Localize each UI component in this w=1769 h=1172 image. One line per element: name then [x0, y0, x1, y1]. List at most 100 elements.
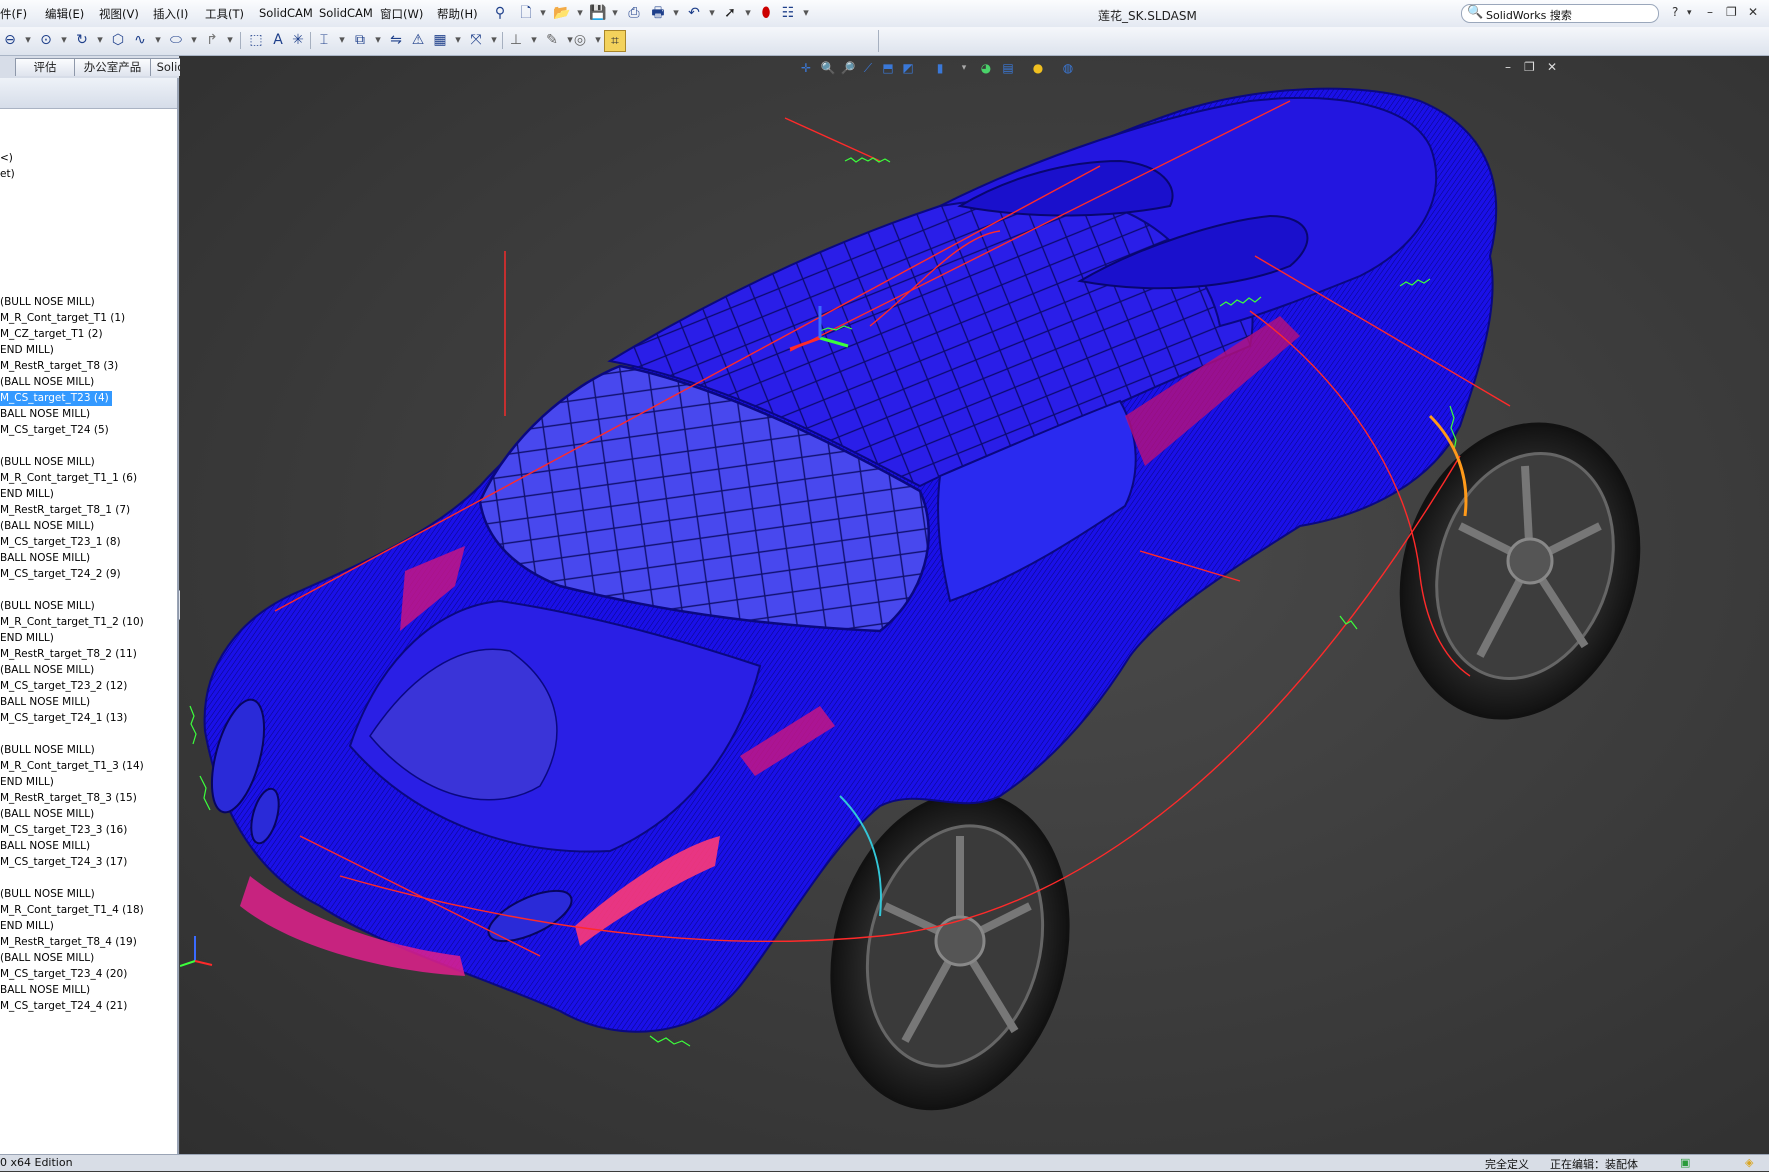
dropdown-arrow-icon[interactable]: ▾ — [54, 30, 74, 50]
line-tool-icon[interactable]: ⊖ — [0, 30, 20, 50]
tree-item[interactable]: M_R_Cont_target_T1_3 (14) — [0, 759, 144, 774]
tree-item[interactable]: M_CS_target_T23_2 (12) — [0, 679, 127, 694]
tree-item[interactable]: (BALL NOSE MILL) — [0, 807, 94, 822]
relations-icon[interactable]: ⊥ — [506, 30, 526, 50]
tree-item[interactable]: M_CS_target_T23_1 (8) — [0, 535, 121, 550]
tree-item[interactable]: M_CS_target_T23 (4) — [0, 391, 112, 406]
trim-tool-icon[interactable]: ⌶ — [314, 30, 334, 50]
dropdown-arrow-icon[interactable]: ▾ — [448, 30, 468, 50]
tree-item[interactable]: M_CS_target_T24 (5) — [0, 423, 109, 438]
point-tool-icon[interactable]: ✳ — [288, 30, 308, 50]
restore-button[interactable]: ❐ — [1726, 5, 1737, 19]
tree-item[interactable]: M_RestR_target_T8_1 (7) — [0, 503, 130, 518]
tag-icon[interactable]: ◈ — [1745, 1156, 1753, 1169]
tree-item[interactable]: END MILL) — [0, 919, 54, 934]
menu-edit[interactable]: 编辑(E) — [45, 6, 84, 22]
tree-item[interactable]: M_R_Cont_target_T1 (1) — [0, 311, 125, 326]
tree-item[interactable]: (BULL NOSE MILL) — [0, 295, 95, 310]
options-list-icon[interactable]: ☷ — [778, 3, 798, 23]
tree-item[interactable]: (BULL NOSE MILL) — [0, 743, 95, 758]
dropdown-arrow-icon[interactable]: ▾ — [484, 30, 504, 50]
tree-item[interactable]: M_RestR_target_T8_4 (19) — [0, 935, 137, 950]
tree-item[interactable]: BALL NOSE MILL) — [0, 839, 90, 854]
tree-item[interactable]: END MILL) — [0, 631, 54, 646]
dropdown-arrow-icon[interactable]: ▾ — [18, 30, 38, 50]
mirror-tool-icon[interactable]: ⇋ — [386, 30, 406, 50]
convert-entities-icon[interactable]: ⬚ — [246, 30, 266, 50]
tree-item[interactable]: M_R_Cont_target_T1_2 (10) — [0, 615, 144, 630]
menu-solidcam-1[interactable]: SolidCAM — [259, 6, 313, 20]
search-input[interactable]: 🔍 SolidWorks 搜索 — [1461, 4, 1659, 23]
pattern-grid-icon[interactable]: ▦ — [430, 30, 450, 50]
print-icon[interactable]: ⎙ — [624, 3, 644, 23]
open-folder-icon[interactable]: 📂 — [552, 3, 572, 23]
tab-office-products[interactable]: 办公室产品 — [74, 58, 151, 76]
tree-item[interactable]: M_CS_target_T23_4 (20) — [0, 967, 127, 982]
tree-item[interactable]: (BALL NOSE MILL) — [0, 519, 94, 534]
polygon-tool-icon[interactable]: ⬡ — [108, 30, 128, 50]
tree-item[interactable]: BALL NOSE MILL) — [0, 407, 90, 422]
dropdown-arrow-icon[interactable]: ▾ — [796, 3, 816, 23]
dropdown-arrow-icon[interactable]: ▾ — [368, 30, 388, 50]
dropdown-arrow-icon[interactable]: ▾ — [738, 3, 758, 23]
undo-icon[interactable]: ↶ — [684, 3, 704, 23]
text-tool-icon[interactable]: A — [268, 30, 288, 50]
menu-tools[interactable]: 工具(T) — [205, 6, 244, 22]
menu-view[interactable]: 视图(V) — [99, 6, 139, 22]
dropdown-arrow-icon[interactable]: ▾ — [220, 30, 240, 50]
tree-item[interactable]: (BALL NOSE MILL) — [0, 375, 94, 390]
car-toolpath-model[interactable] — [180, 56, 1769, 1154]
rebuild-traffic-light-icon[interactable]: ⬮ — [756, 3, 776, 23]
tree-item[interactable]: (BULL NOSE MILL) — [0, 455, 95, 470]
pin-icon[interactable]: ⚲ — [490, 3, 510, 23]
dropdown-arrow-icon[interactable]: ▾ — [524, 30, 544, 50]
help-icon[interactable]: ? — [1672, 5, 1678, 19]
chevron-down-icon[interactable]: ▾ — [1687, 8, 1692, 18]
dropdown-arrow-icon[interactable]: ▾ — [605, 3, 625, 23]
tree-item[interactable]: (BULL NOSE MILL) — [0, 599, 95, 614]
tree-item[interactable]: M_CS_target_T24_3 (17) — [0, 855, 127, 870]
tree-item[interactable]: (BALL NOSE MILL) — [0, 951, 94, 966]
dropdown-arrow-icon[interactable]: ▾ — [533, 3, 553, 23]
menu-solidcam-2[interactable]: SolidCAM — [319, 6, 373, 20]
print-preview-icon[interactable]: 🖶 — [648, 3, 668, 23]
dropdown-arrow-icon[interactable]: ▾ — [702, 3, 722, 23]
dropdown-arrow-icon[interactable]: ▾ — [570, 3, 590, 23]
dropdown-arrow-icon[interactable]: ▾ — [148, 30, 168, 50]
tree-item[interactable]: (BALL NOSE MILL) — [0, 663, 94, 678]
tree-item[interactable]: M_RestR_target_T8 (3) — [0, 359, 118, 374]
tree-item[interactable]: M_CS_target_T23_3 (16) — [0, 823, 127, 838]
graphics-viewport[interactable]: ✛ 🔍 🔎 ⟋ ⬒ ◩ ▮ ▾ ◕ ▤ ● ◍ – ❐ ✕ — [180, 56, 1769, 1154]
dropdown-arrow-icon[interactable]: ▾ — [184, 30, 204, 50]
tree-item[interactable]: M_CZ_target_T1 (2) — [0, 327, 103, 342]
circle-tool-icon[interactable]: ⊙ — [36, 30, 56, 50]
tree-item[interactable]: BALL NOSE MILL) — [0, 695, 90, 710]
tree-item[interactable]: et) — [0, 167, 15, 182]
ellipse-tool-icon[interactable]: ⬭ — [166, 30, 186, 50]
arc-tool-icon[interactable]: ↻ — [72, 30, 92, 50]
select-pointer-icon[interactable]: ➚ — [720, 3, 740, 23]
close-button[interactable]: ✕ — [1748, 5, 1758, 19]
warning-triangle-icon[interactable]: ⚠ — [408, 30, 428, 50]
tree-item[interactable]: M_CS_target_T24_1 (13) — [0, 711, 127, 726]
spline-tool-icon[interactable]: ∿ — [130, 30, 150, 50]
minimize-button[interactable]: – — [1707, 5, 1713, 19]
help-status-icon[interactable]: ▣ — [1680, 1156, 1690, 1169]
menu-help[interactable]: 帮助(H) — [437, 6, 478, 22]
dropdown-arrow-icon[interactable]: ▾ — [90, 30, 110, 50]
quick-snaps-icon[interactable]: ◎ — [570, 30, 590, 50]
tree-item[interactable]: END MILL) — [0, 487, 54, 502]
dropdown-arrow-icon[interactable]: ▾ — [332, 30, 352, 50]
tree-item[interactable]: M_CS_target_T24_2 (9) — [0, 567, 121, 582]
menu-window[interactable]: 窗口(W) — [380, 6, 423, 22]
tree-item[interactable]: M_CS_target_T24_4 (21) — [0, 999, 127, 1014]
tree-item[interactable]: BALL NOSE MILL) — [0, 983, 90, 998]
tree-item[interactable]: M_R_Cont_target_T1_1 (6) — [0, 471, 137, 486]
tree-item[interactable]: END MILL) — [0, 775, 54, 790]
tree-item[interactable]: (BULL NOSE MILL) — [0, 887, 95, 902]
tree-item[interactable]: <) — [0, 151, 13, 166]
menu-insert[interactable]: 插入(I) — [153, 6, 188, 22]
repair-sketch-icon[interactable]: ✎ — [542, 30, 562, 50]
tree-item[interactable]: BALL NOSE MILL) — [0, 551, 90, 566]
tab-evaluate[interactable]: 评估 — [15, 58, 75, 76]
